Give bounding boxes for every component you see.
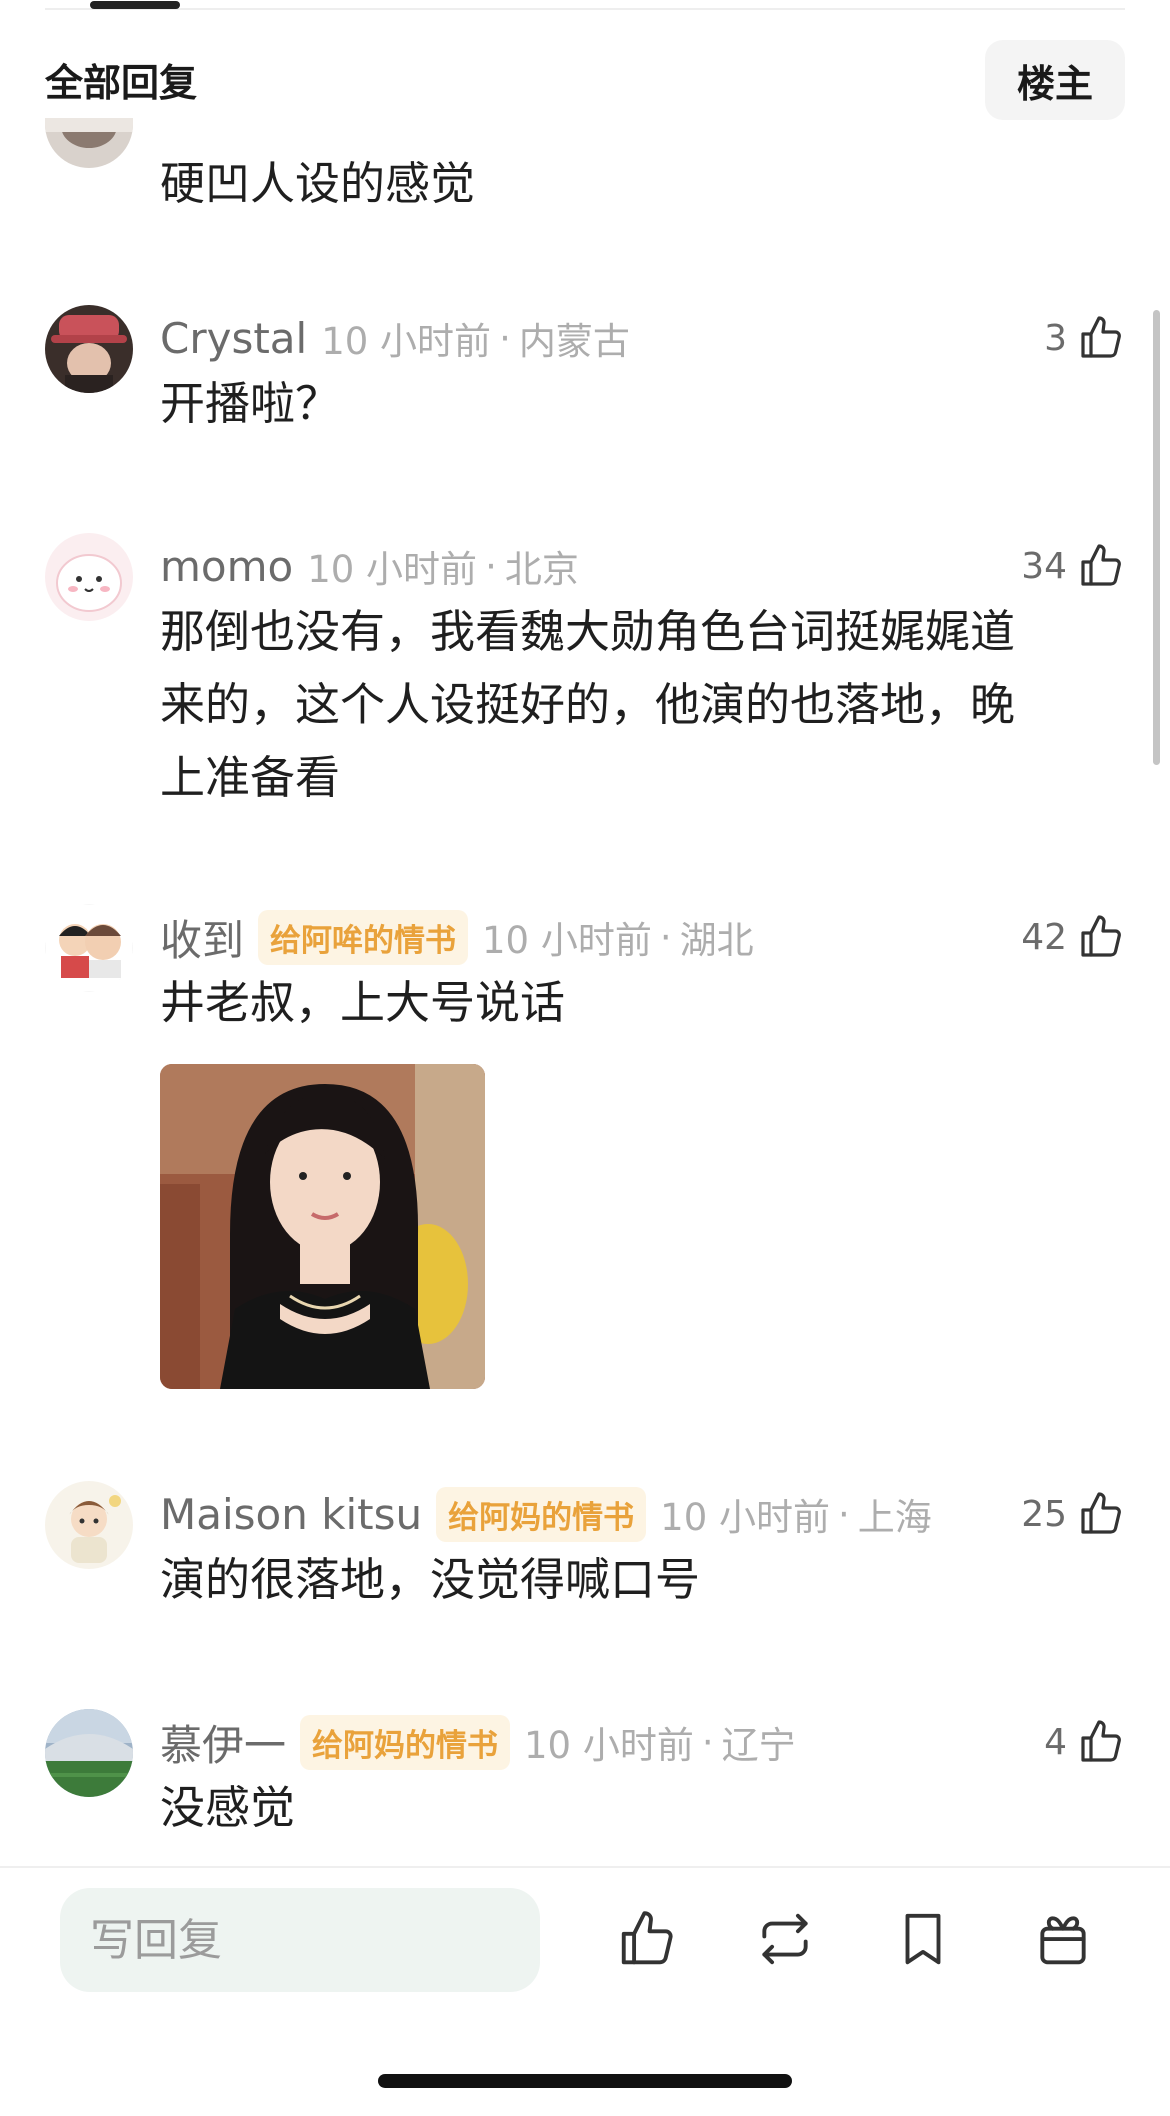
thumbs-up-icon [1081,1720,1121,1762]
meta-separator: · [499,316,511,360]
comment-item: momo 10 小时前 · 北京 34 那倒也没有，我看魏大勋角色台词挺娓娓道 … [45,533,1125,813]
comment-item: 硬凹人设的感觉 [45,80,1125,210]
avatar[interactable] [45,904,133,992]
author-name[interactable]: momo [160,542,293,591]
comment-text: 开播啦？ [160,377,341,430]
like-button[interactable]: 25 [1021,1485,1125,1543]
comment-meta: Maison kitsu 给阿妈的情书 10 小时前 · 上海 [160,1483,932,1545]
thumbs-up-icon [1081,316,1121,358]
location: 内蒙古 [518,320,630,363]
comment-item: Maison kitsu 给阿妈的情书 10 小时前 · 上海 25 演的很落地… [45,1481,1125,1621]
thumbs-up-icon [1081,915,1121,957]
timestamp: 10 小时前 [307,548,478,591]
location: 上海 [857,1496,932,1539]
like-count: 25 [1021,1493,1067,1535]
avatar[interactable] [45,533,133,621]
comment-meta: 慕伊一 给阿妈的情书 10 小时前 · 辽宁 [160,1711,796,1773]
like-button[interactable]: 3 [1044,309,1125,367]
timestamp: 10 小时前 [524,1724,694,1767]
location: 湖北 [679,919,754,962]
fan-badge[interactable]: 给阿妈的情书 [436,1486,647,1542]
fan-badge[interactable]: 给阿妈的情书 [300,1714,511,1770]
avatar[interactable] [45,1481,133,1569]
author-name[interactable]: Crystal [160,314,307,363]
comment-text-line: 上准备看 [160,751,341,804]
author-name[interactable]: 收到 [160,907,244,968]
location: 辽宁 [721,1724,796,1767]
fan-badge[interactable]: 给阿哞的情书 [258,909,469,965]
like-count: 42 [1021,916,1067,958]
tab-indicator [90,1,180,9]
comment-text: 没感觉 [160,1781,296,1834]
gift-button[interactable] [1032,1908,1094,1970]
repost-button[interactable] [754,1908,816,1970]
bookmark-icon [905,1913,941,1965]
bottom-bar-divider [0,1866,1170,1868]
meta-separator: · [659,915,672,959]
avatar[interactable] [45,1709,133,1797]
avatar[interactable] [45,305,133,393]
comment-meta: momo 10 小时前 · 北京 [160,535,579,597]
comment-item: 慕伊一 给阿妈的情书 10 小时前 · 辽宁 4 没感觉 [45,1709,1125,1849]
gift-icon [1040,1916,1086,1965]
comment-meta: Crystal 10 小时前 · 内蒙古 [160,307,630,369]
timestamp: 10 小时前 [482,919,652,962]
like-post-button[interactable] [616,1908,678,1970]
like-count: 4 [1044,1721,1067,1763]
repost-icon [762,1913,808,1965]
thumbs-up-icon [1081,1492,1121,1534]
like-button[interactable]: 4 [1044,1713,1125,1771]
comment-text-line: 那倒也没有，我看魏大勋角色台词挺娓娓道 [160,605,1016,658]
thumbs-up-icon [1081,544,1121,586]
comment-text: 那倒也没有，我看魏大勋角色台词挺娓娓道 来的，这个人设挺好的，他演的也落地，晚 … [160,595,1015,814]
like-count: 3 [1044,317,1067,359]
meta-separator: · [485,544,497,588]
comment-item: Crystal 10 小时前 · 内蒙古 3 开播啦？ [45,305,1125,445]
comment-text: 演的很落地，没觉得喊口号 [160,1553,701,1606]
scrollbar[interactable] [1153,310,1160,765]
top-divider [45,8,1125,10]
location: 北京 [504,548,579,591]
avatar[interactable] [45,118,133,168]
comment-text: 硬凹人设的感觉 [160,157,476,210]
like-button[interactable]: 42 [1021,908,1125,966]
like-button[interactable]: 34 [1021,537,1125,595]
meta-separator: · [838,1492,850,1536]
author-name[interactable]: 慕伊一 [160,1712,286,1773]
comment-item: 收到 给阿哞的情书 10 小时前 · 湖北 42 井老叔，上大号说话 [45,904,1125,1394]
comment-text-line: 来的，这个人设挺好的，他演的也落地，晚 [160,678,1016,731]
timestamp: 10 小时前 [321,320,492,363]
like-count: 34 [1021,545,1067,587]
thumbs-up-icon [621,1911,673,1965]
reply-input[interactable] [60,1888,540,1992]
timestamp: 10 小时前 [660,1496,830,1539]
author-name[interactable]: Maison kitsu [160,1490,422,1539]
comment-text: 井老叔，上大号说话 [160,976,566,1029]
bookmark-button[interactable] [892,1908,954,1970]
comment-photo[interactable] [160,1064,485,1389]
meta-separator: · [701,1720,714,1764]
home-indicator [378,2074,792,2088]
comment-meta: 收到 给阿哞的情书 10 小时前 · 湖北 [160,906,754,968]
